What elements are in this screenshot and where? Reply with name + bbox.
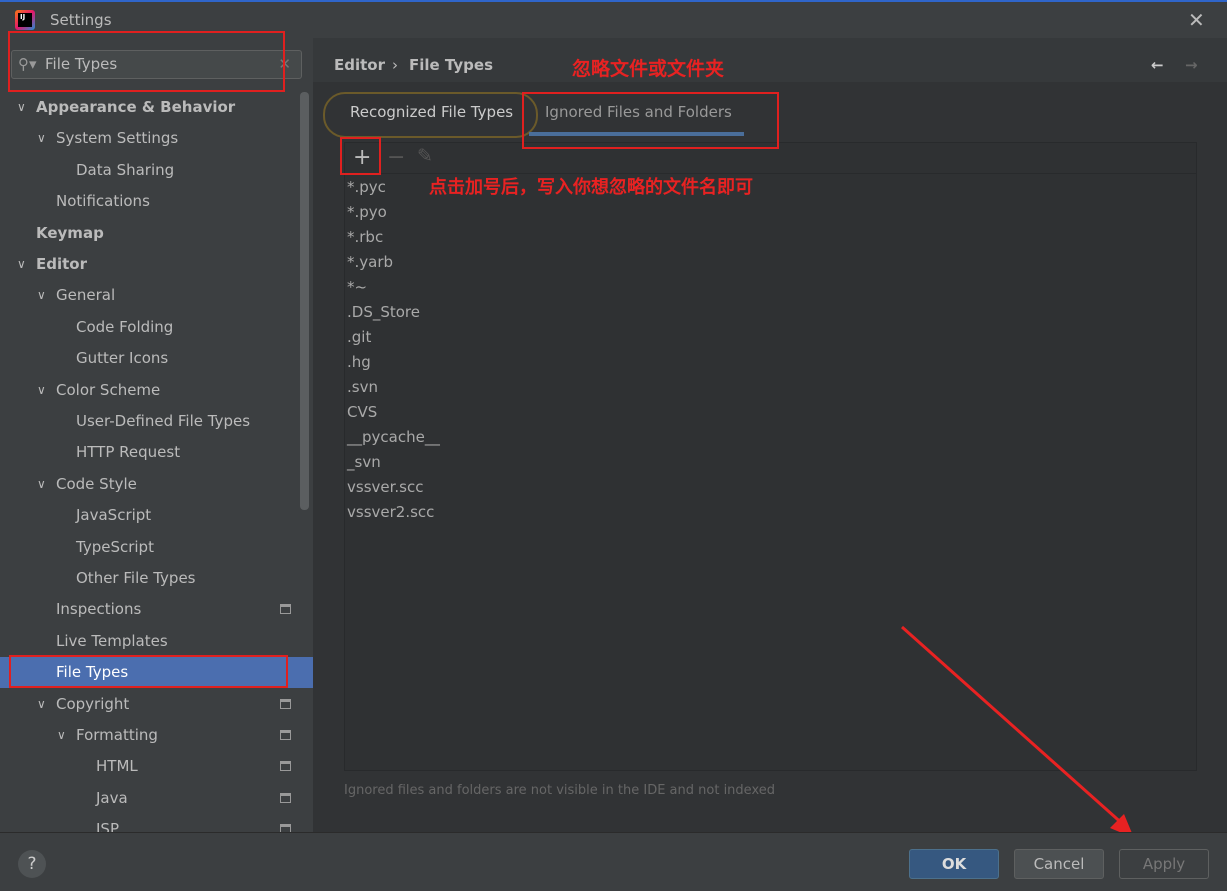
ok-button[interactable]: OK <box>909 849 999 879</box>
cancel-button[interactable]: Cancel <box>1014 849 1104 879</box>
apply-button[interactable]: Apply <box>1119 849 1209 879</box>
help-icon[interactable]: ? <box>18 850 46 878</box>
annotation-arrow <box>901 625 1134 838</box>
dialog-footer: ? OK Cancel Apply <box>0 832 1227 891</box>
